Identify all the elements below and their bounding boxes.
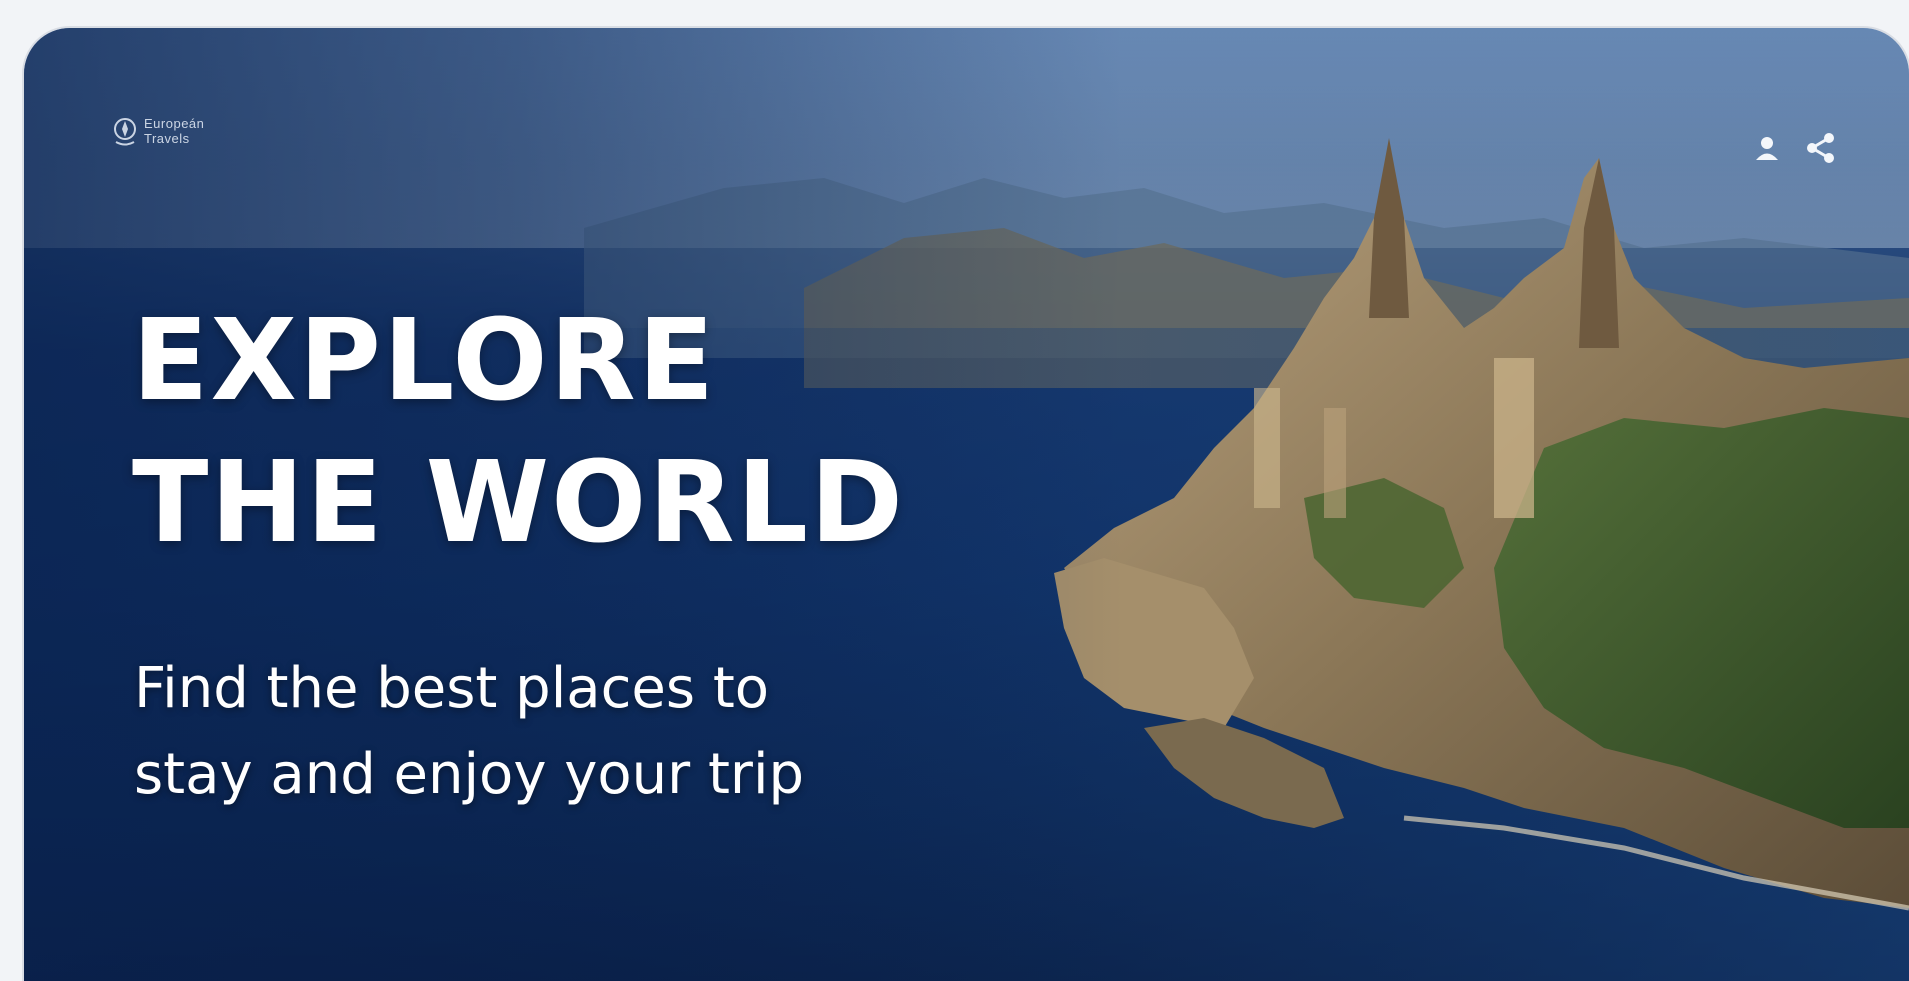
hero-title: EXPLORE THE WORLD [132, 290, 905, 574]
brand-line-2: Travels [144, 131, 190, 146]
account-button[interactable] [1747, 128, 1787, 168]
hero-title-line-1: EXPLORE [132, 296, 717, 426]
hero-title-line-2: THE WORLD [132, 438, 905, 568]
brand-line-1: Europeán [144, 116, 205, 131]
hero-subtitle-line-1: Find the best places to [134, 656, 770, 721]
compass-logo-icon [114, 118, 136, 146]
user-icon [1756, 137, 1778, 160]
share-icon [1807, 133, 1834, 163]
hero-subtitle-line-2: stay and enjoy your trip [134, 742, 805, 807]
hero-subtitle: Find the best places to stay and enjoy y… [134, 646, 804, 818]
brand-logo[interactable]: Europeán Travels [112, 114, 204, 148]
page: Europeán Travels EXPLORE THE WORLD Find … [0, 0, 1909, 981]
share-button[interactable] [1801, 128, 1841, 168]
header-actions [1747, 128, 1841, 168]
top-bar: Europeán Travels [24, 28, 1909, 188]
hero-banner: Europeán Travels EXPLORE THE WORLD Find … [24, 28, 1909, 981]
brand-name: Europeán Travels [144, 116, 204, 146]
